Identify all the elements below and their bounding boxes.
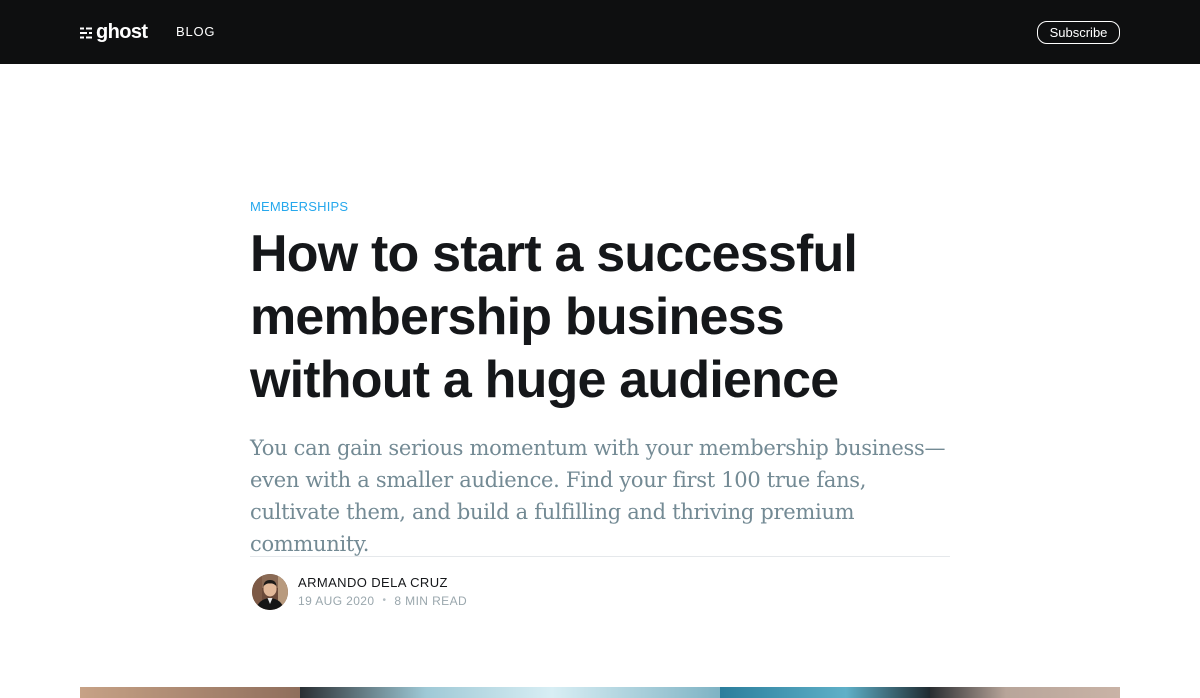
article-excerpt: You can gain serious momentum with your … — [250, 436, 946, 556]
post-meta: 19 AUG 2020 • 8 MIN READ — [298, 592, 467, 610]
reading-time: 8 MIN READ — [394, 594, 468, 608]
feature-image — [80, 687, 1120, 698]
byline-meta: ARMANDO DELA CRUZ 19 AUG 2020 • 8 MIN RE… — [298, 574, 467, 610]
meta-separator: • — [382, 595, 387, 606]
primary-tag-link[interactable]: MEMBERSHIPS — [250, 199, 952, 215]
logo-wordmark: ghost — [96, 21, 148, 43]
author-avatar-image — [252, 574, 288, 610]
article-byline: ARMANDO DELA CRUZ 19 AUG 2020 • 8 MIN RE… — [252, 574, 467, 610]
ghost-logo-mark-icon — [80, 27, 92, 39]
publish-date: 19 AUG 2020 — [298, 594, 375, 608]
site-header: ghost BLOG Subscribe — [0, 0, 1200, 64]
article-header: MEMBERSHIPS How to start a successful me… — [250, 199, 952, 560]
byline-divider — [250, 556, 950, 557]
site-logo[interactable]: ghost — [80, 20, 148, 44]
nav-link-blog[interactable]: BLOG — [176, 24, 215, 40]
article-title: How to start a successful membership bus… — [250, 225, 858, 409]
subscribe-button[interactable]: Subscribe — [1037, 21, 1120, 44]
author-name-link[interactable]: ARMANDO DELA CRUZ — [298, 574, 467, 592]
author-avatar[interactable] — [252, 574, 288, 610]
